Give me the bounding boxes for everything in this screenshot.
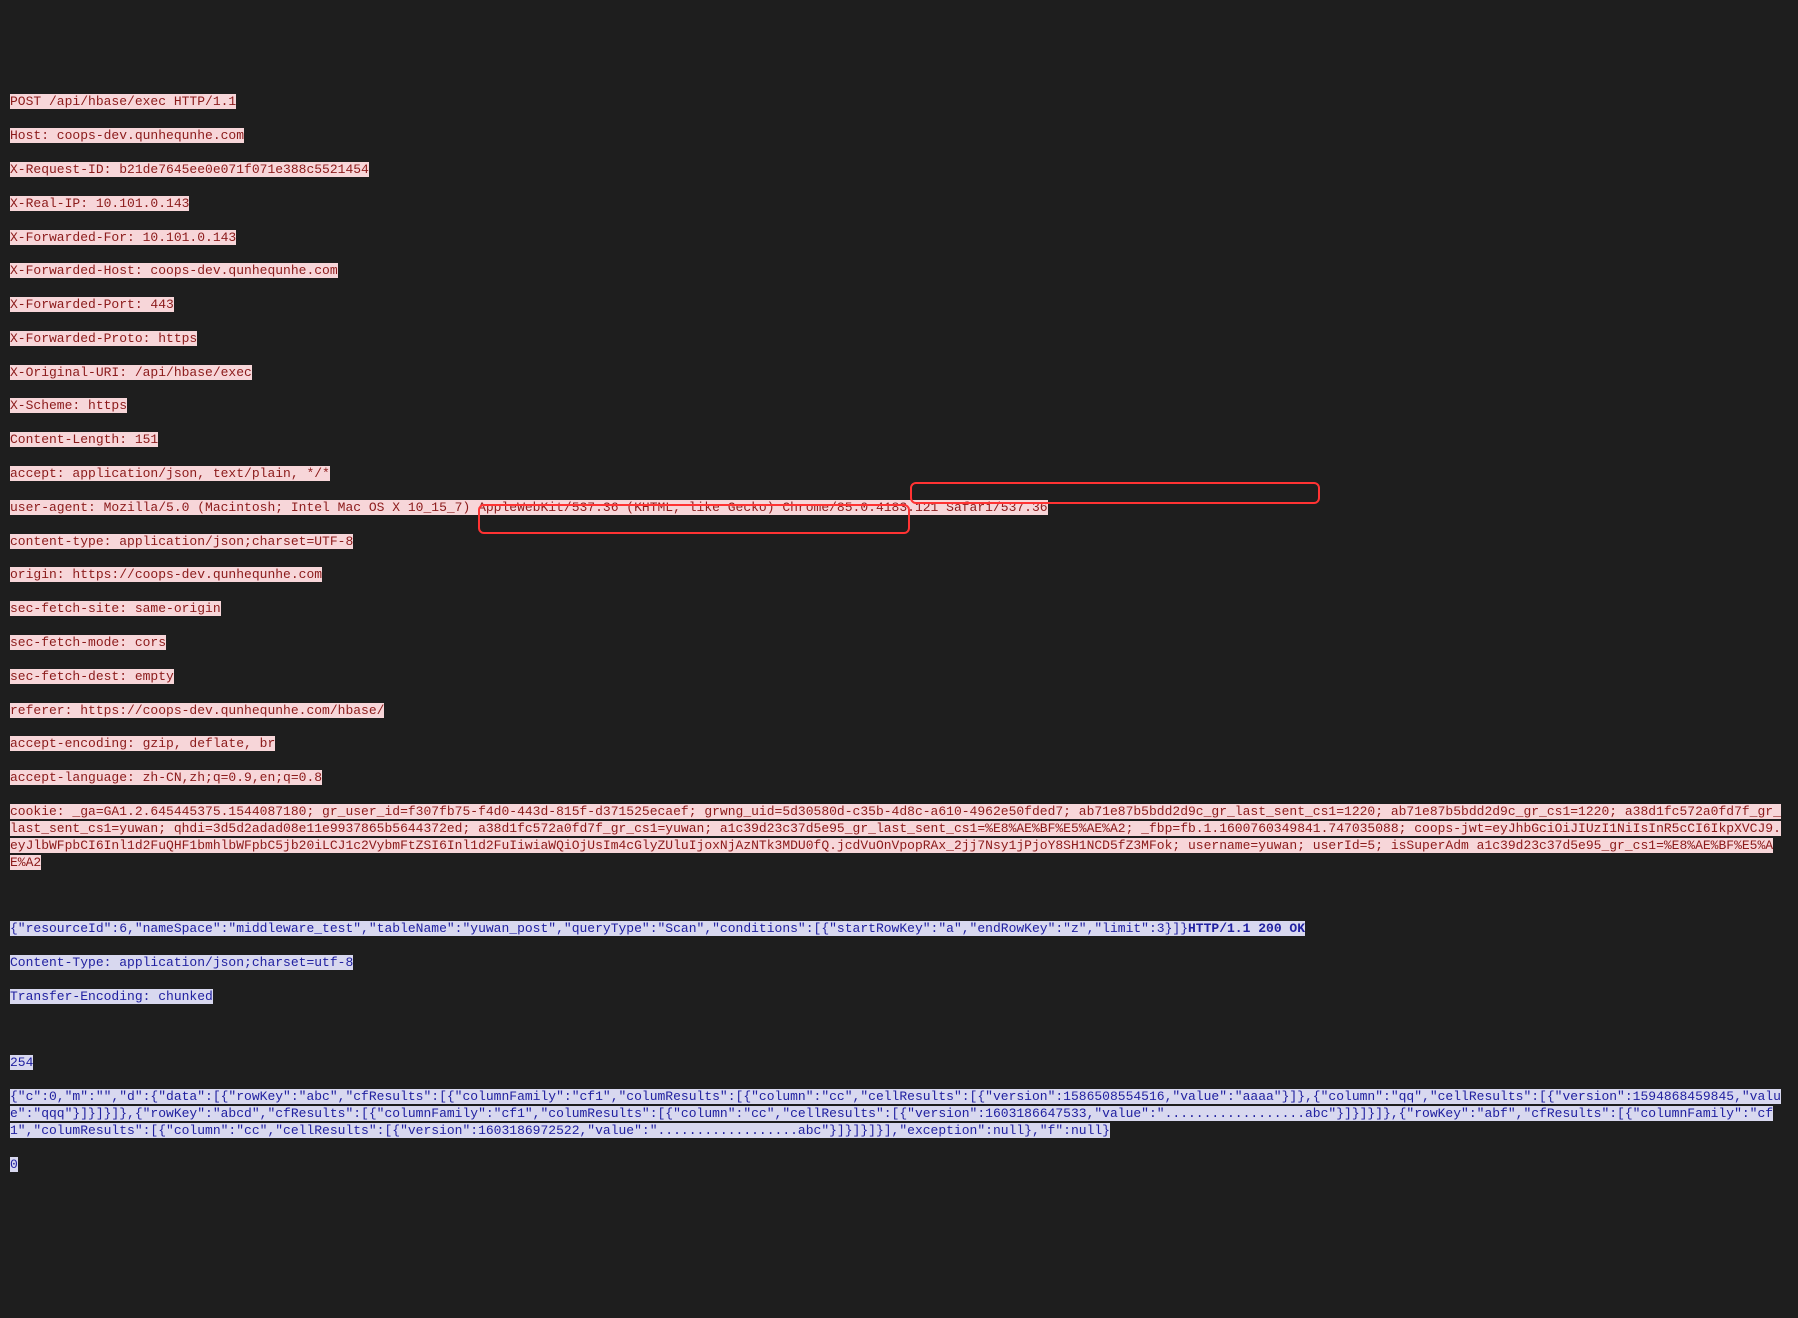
request-line: POST /api/hbase/exec HTTP/1.1 xyxy=(10,94,236,109)
response-header-contenttype: Content-Type: application/json;charset=u… xyxy=(10,955,353,970)
request-header-contenttype: content-type: application/json;charset=U… xyxy=(10,534,353,549)
response-header-transferencoding: Transfer-Encoding: chunked xyxy=(10,989,213,1004)
request-header-useragent: user-agent: Mozilla/5.0 (Macintosh; Inte… xyxy=(10,500,1048,515)
request-header-accept: accept: application/json, text/plain, */… xyxy=(10,466,330,481)
request-header-xforwardedport: X-Forwarded-Port: 443 xyxy=(10,297,174,312)
request-header-xoriginaluri: X-Original-URI: /api/hbase/exec xyxy=(10,365,252,380)
blank-separator xyxy=(10,888,1788,904)
request-header-acceptlanguage: accept-language: zh-CN,zh;q=0.9,en;q=0.8 xyxy=(10,770,322,785)
request-header-secfetchmode: sec-fetch-mode: cors xyxy=(10,635,166,650)
request-header-xforwardedhost: X-Forwarded-Host: coops-dev.qunhequnhe.c… xyxy=(10,263,338,278)
chunk-size-start: 254 xyxy=(10,1055,33,1070)
request-header-xrealip: X-Real-IP: 10.101.0.143 xyxy=(10,196,189,211)
request-header-xforwardedfor: X-Forwarded-For: 10.101.0.143 xyxy=(10,230,236,245)
request-body: {"resourceId":6,"nameSpace":"middleware_… xyxy=(10,921,1188,936)
request-header-referer: referer: https://coops-dev.qunhequnhe.co… xyxy=(10,703,384,718)
request-header-xscheme: X-Scheme: https xyxy=(10,398,127,413)
request-header-acceptencoding: accept-encoding: gzip, deflate, br xyxy=(10,736,275,751)
request-header-contentlength: Content-Length: 151 xyxy=(10,432,158,447)
request-header-secfetchdest: sec-fetch-dest: empty xyxy=(10,669,174,684)
response-status: HTTP/1.1 200 OK xyxy=(1188,921,1305,936)
chunk-size-end: 0 xyxy=(10,1157,18,1172)
http-trace-container: POST /api/hbase/exec HTTP/1.1 Host: coop… xyxy=(10,78,1788,1191)
request-header-origin: origin: https://coops-dev.qunhequnhe.com xyxy=(10,567,322,582)
request-header-xforwardedproto: X-Forwarded-Proto: https xyxy=(10,331,197,346)
request-header-cookie: cookie: _ga=GA1.2.645445375.1544087180; … xyxy=(10,804,1781,870)
request-header-xrequestid: X-Request-ID: b21de7645ee0e071f071e388c5… xyxy=(10,162,369,177)
request-header-secfetchsite: sec-fetch-site: same-origin xyxy=(10,601,221,616)
blank-separator-2 xyxy=(10,1023,1788,1039)
response-body: {"c":0,"m":"","d":{"data":[{"rowKey":"ab… xyxy=(10,1089,1781,1138)
request-header-host: Host: coops-dev.qunhequnhe.com xyxy=(10,128,244,143)
